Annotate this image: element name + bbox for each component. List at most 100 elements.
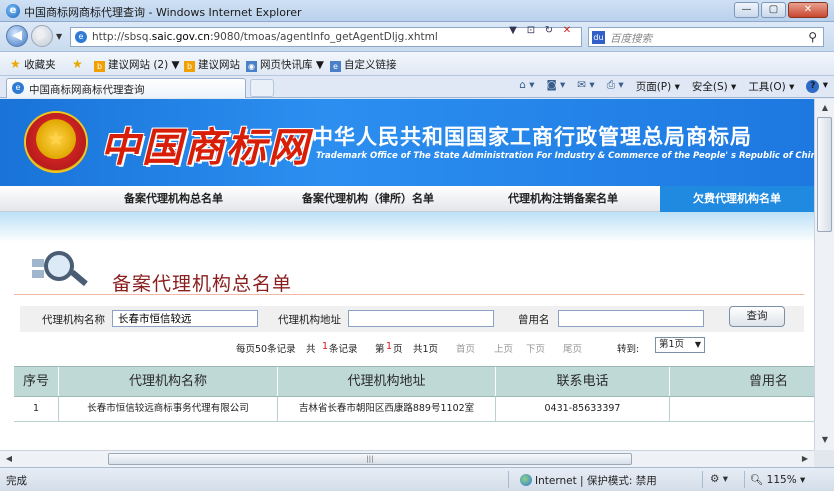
cell-index: 1 [14, 397, 59, 421]
vertical-scrollbar[interactable]: ▲ ▼ [814, 99, 834, 450]
tab-active[interactable]: e 中国商标网商标代理查询 [6, 78, 246, 98]
mail-icon[interactable]: ✉ ▾ [577, 79, 594, 94]
fav-item-web-slice-gallery[interactable]: ◉ 网页快讯库 ▼ [246, 57, 324, 72]
site-logo[interactable]: 中国商标网 [100, 115, 310, 173]
former-name-label: 曾用名 [518, 314, 550, 326]
address-bar: ◀ ▶ ▼ e http://sbsq.saic.gov.cn:9080/tmo… [0, 22, 834, 52]
scroll-up-icon[interactable]: ▲ [818, 101, 832, 115]
search-icon[interactable]: ⚲ [808, 30, 817, 44]
col-header-name: 代理机构名称 [59, 367, 278, 396]
security-zone[interactable]: Internet | 保护模式: 禁用 [520, 473, 657, 488]
help-menu[interactable]: ? ▾ [806, 79, 828, 94]
recent-pages-dropdown-icon[interactable]: ▼ [56, 32, 62, 41]
results-table-header: 序号 代理机构名称 代理机构地址 联系电话 曾用名 [14, 366, 814, 397]
status-bar: 完成 Internet | 保护模式: 禁用 ⚙ ▾ 🔍︎ 115% ▾ [0, 467, 834, 491]
last-page-link[interactable]: 尾页 [563, 341, 582, 355]
nav-agency-list[interactable]: 备案代理机构总名单 [124, 186, 223, 212]
next-page-link[interactable]: 下页 [526, 341, 545, 355]
site-nav: 备案代理机构总名单 备案代理机构（律所）名单 代理机构注销备案名单 欠费代理机构… [0, 186, 814, 212]
site-banner: 中国商标网 中华人民共和国国家工商行政管理总局商标局 Trademark Off… [0, 99, 814, 186]
current-suffix: 页 [393, 344, 403, 355]
safety-menu[interactable]: 安全(S) ▾ [692, 79, 736, 94]
scroll-right-icon[interactable]: ▶ [798, 452, 812, 466]
new-tab-button[interactable] [250, 79, 274, 97]
search-field[interactable]: du 百度搜索 ⚲ [588, 27, 824, 47]
total-pages: 共1页 [413, 344, 439, 355]
decorative-band [0, 212, 814, 242]
forward-button[interactable]: ▶ [31, 25, 53, 47]
stop-icon[interactable]: ✕ [560, 24, 574, 38]
query-button[interactable]: 查询 [729, 306, 785, 327]
national-emblem-icon [26, 113, 86, 171]
total-prefix: 共 [306, 344, 316, 355]
nav-cancelled-list[interactable]: 代理机构注销备案名单 [508, 186, 618, 212]
current-page: 1 [386, 341, 393, 352]
table-row: 1 长春市恒信较远商标事务代理有限公司 吉林省长春市朝阳区西康路889号1102… [14, 397, 814, 422]
cell-phone: 0431-85633397 [496, 397, 670, 421]
url-text[interactable]: http://sbsq.saic.gov.cn:9080/tmoas/agent… [92, 31, 438, 43]
page-viewport: 中国商标网 中华人民共和国国家工商行政管理总局商标局 Trademark Off… [0, 99, 814, 450]
add-favorite-icon[interactable]: ★ [72, 57, 83, 71]
b-icon: b [94, 61, 105, 72]
print-icon[interactable]: ⎙ ▾ [607, 79, 624, 94]
fav-item-suggested-site[interactable]: b 建议网站 [184, 57, 240, 72]
goto-label: 转到: [617, 344, 640, 355]
horizontal-scroll-thumb[interactable]: ||| [108, 453, 632, 465]
nav-law-firm-list[interactable]: 备案代理机构（律所）名单 [302, 186, 434, 212]
first-page-link[interactable]: 首页 [456, 341, 475, 355]
security-settings-icon[interactable]: ⚙ ▾ [710, 473, 728, 485]
agency-address-label: 代理机构地址 [278, 314, 341, 326]
agency-name-input[interactable] [112, 310, 258, 327]
page-menu[interactable]: 页面(P) ▾ [636, 79, 680, 94]
page-icon: e [12, 82, 24, 94]
fav-item-suggested-sites[interactable]: b 建议网站 (2) ▼ [94, 57, 180, 72]
agency-name-label: 代理机构名称 [42, 314, 105, 326]
nav-arrears-list[interactable]: 欠费代理机构名单 [660, 186, 814, 212]
vertical-scroll-thumb[interactable] [817, 117, 832, 232]
globe-icon [520, 474, 532, 486]
page-icon: e [330, 61, 341, 72]
section-divider [14, 294, 804, 295]
current-prefix: 第 [375, 344, 385, 355]
agency-address-input[interactable] [348, 310, 494, 327]
star-icon: ★ [10, 57, 21, 71]
section-title: 备案代理机构总名单 [112, 273, 293, 295]
url-dropdown-icon[interactable]: ▼ [506, 24, 520, 38]
scrollbar-corner [814, 450, 834, 467]
minimize-button[interactable]: — [734, 2, 759, 18]
ie-icon: e [6, 4, 20, 18]
horizontal-scrollbar[interactable]: ◀ ||| ▶ [0, 450, 814, 467]
goto-page-select[interactable]: 第1页 ▼ [655, 337, 705, 353]
favorites-button[interactable]: ★ 收藏夹 [10, 57, 56, 72]
zoom-level[interactable]: 🔍︎ 115% ▾ [750, 473, 805, 486]
chevron-down-icon: ▼ [694, 340, 701, 349]
feeds-icon[interactable]: ◙ ▾ [546, 79, 565, 94]
scroll-down-icon[interactable]: ▼ [818, 433, 832, 447]
magnifier-icon [30, 249, 100, 289]
site-title-en: Trademark Office of The State Administra… [316, 151, 814, 161]
fav-item-custom-links[interactable]: e 自定义链接 [330, 57, 397, 72]
restore-button[interactable]: ▢ [761, 2, 786, 18]
scroll-left-icon[interactable]: ◀ [2, 452, 16, 466]
per-page-text: 每页50条记录 [236, 344, 296, 355]
search-form: 代理机构名称 代理机构地址 曾用名 [20, 306, 804, 332]
command-bar: ⌂ ▾ ◙ ▾ ✉ ▾ ⎙ ▾ 页面(P) ▾ 安全(S) ▾ 工具(O) ▾ … [519, 79, 828, 94]
close-button[interactable]: ✕ [788, 2, 828, 18]
favorites-bar: ★ 收藏夹 ★ b 建议网站 (2) ▼ b 建议网站 ◉ 网页快讯库 ▼ e 自定义链… [0, 52, 834, 76]
window-title: 中国商标网商标代理查询 - Windows Internet Explorer [24, 6, 302, 19]
b-icon: b [184, 61, 195, 72]
cell-address: 吉林省长春市朝阳区西康路889号1102室 [278, 397, 496, 421]
col-header-former-name: 曾用名 [748, 374, 788, 389]
refresh-icon[interactable]: ↻ [542, 24, 556, 38]
back-button[interactable]: ◀ [6, 25, 28, 47]
prev-page-link[interactable]: 上页 [494, 341, 513, 355]
search-provider-icon[interactable]: du [592, 31, 605, 44]
tools-menu[interactable]: 工具(O) ▾ [748, 79, 794, 94]
home-icon[interactable]: ⌂ ▾ [519, 79, 534, 94]
former-name-input[interactable] [558, 310, 704, 327]
status-text: 完成 [6, 475, 27, 487]
compatibility-icon[interactable]: ⊡ [524, 24, 538, 38]
window-titlebar: e 中国商标网商标代理查询 - Windows Internet Explore… [0, 0, 834, 22]
tab-label: 中国商标网商标代理查询 [29, 84, 145, 96]
tab-row: e 中国商标网商标代理查询 ⌂ ▾ ◙ ▾ ✉ ▾ ⎙ ▾ 页面(P) ▾ 安全… [0, 76, 834, 98]
